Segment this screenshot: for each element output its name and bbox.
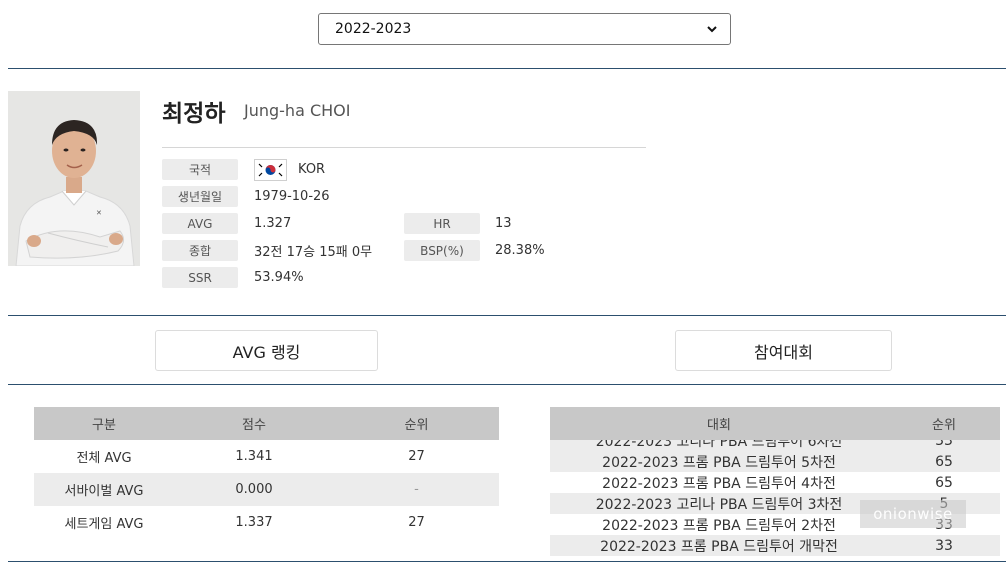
- cell-score: 1.337: [235, 515, 273, 530]
- list-item[interactable]: 2022-2023 프롬 PBA 드림투어 개막전 33: [550, 535, 1000, 556]
- table-header-row: 대회 순위: [550, 407, 1000, 440]
- cell-score: 0.000: [174, 473, 334, 506]
- avg-ranking-table: 구분 점수 순위 전체 AVG 1.341 27 서바이벌 AVG 0.000 …: [34, 407, 499, 539]
- divider-top: [8, 68, 1006, 69]
- list-item[interactable]: 2022-2023 프롬 PBA 드림투어 4차전 65: [550, 472, 1000, 493]
- nationality-value: KOR: [298, 162, 326, 177]
- divider-bottom: [8, 561, 1006, 562]
- hr-value: 13: [495, 216, 512, 231]
- tournament-name: 2022-2023 프롬 PBA 드림투어 2차전: [602, 517, 836, 534]
- nationality-label: 국적: [162, 159, 238, 180]
- korea-flag-icon: [254, 159, 287, 181]
- player-profile-page: 2022-2023 ✕ 최정하 Jung-ha CHOI 국적 KOR 생년월일…: [0, 0, 1006, 569]
- tournament-rank: 65: [935, 453, 953, 470]
- cell-category: 세트게임 AVG: [64, 517, 144, 532]
- column-header-rank: 순위: [334, 407, 499, 440]
- player-name-korean: 최정하: [162, 101, 226, 127]
- svg-text:✕: ✕: [96, 209, 102, 217]
- cell-category: 전체 AVG: [76, 451, 132, 466]
- player-photo: ✕: [8, 91, 140, 266]
- divider-tabs: [8, 384, 1006, 385]
- column-header-category: 구분: [34, 407, 174, 440]
- chevron-down-icon: [706, 23, 718, 35]
- name-divider: [162, 147, 646, 148]
- bsp-label: BSP(%): [404, 240, 480, 261]
- tournament-name: 2022-2023 프롬 PBA 드림투어 개막전: [600, 538, 838, 555]
- ssr-value: 53.94%: [254, 270, 304, 285]
- list-item[interactable]: 2022-2023 프롬 PBA 드림투어 5차전 65: [550, 451, 1000, 472]
- column-header-tournament: 대회: [707, 418, 731, 433]
- divider-middle: [8, 315, 1006, 316]
- season-select[interactable]: 2022-2023: [318, 13, 731, 45]
- watermark-logo: onionwise: [860, 500, 966, 528]
- avg-label: AVG: [162, 213, 238, 234]
- column-header-score: 점수: [174, 407, 334, 440]
- tournament-name: 2022-2023 고리나 PBA 드림투어 3차전: [595, 496, 843, 513]
- tournament-rank: 65: [935, 474, 953, 491]
- table-row: 세트게임 AVG 1.337 27: [34, 506, 499, 539]
- player-name-english: Jung-ha CHOI: [244, 101, 351, 120]
- cell-category: 서바이벌 AVG: [34, 473, 174, 506]
- tab-avg-ranking[interactable]: AVG 랭킹: [155, 330, 378, 371]
- tab-tournaments[interactable]: 참여대회: [675, 330, 892, 371]
- hr-label: HR: [404, 213, 480, 234]
- column-header-rank: 순위: [932, 418, 956, 433]
- total-record-value: 32전 17승 15패 0무: [254, 245, 373, 260]
- tournament-list: 2022-2023 고리나 PBA 드림투어 6차전 33 2022-2023 …: [550, 430, 1000, 556]
- cell-rank: 27: [408, 515, 425, 530]
- cell-score: 1.341: [235, 449, 273, 464]
- tournament-name: 2022-2023 프롬 PBA 드림투어 4차전: [602, 475, 836, 492]
- birth-date-value: 1979-10-26: [254, 189, 330, 204]
- birth-date-label: 생년월일: [162, 186, 238, 207]
- table-row: 전체 AVG 1.341 27: [34, 440, 499, 473]
- tournament-rank: 33: [935, 537, 953, 554]
- cell-rank: -: [334, 473, 499, 506]
- tournament-table-scroll[interactable]: 대회 순위 2022-2023 고리나 PBA 드림투어 6차전 33 2022…: [550, 407, 1000, 557]
- tournament-name: 2022-2023 프롬 PBA 드림투어 5차전: [602, 454, 836, 471]
- ssr-label: SSR: [162, 267, 238, 288]
- table-header-row: 구분 점수 순위: [34, 407, 499, 440]
- avg-value: 1.327: [254, 216, 292, 231]
- season-select-value: 2022-2023: [335, 21, 412, 37]
- cell-rank: 27: [408, 449, 425, 464]
- table-row: 서바이벌 AVG 0.000 -: [34, 473, 499, 506]
- total-record-label: 종합: [162, 240, 238, 261]
- bsp-value: 28.38%: [495, 243, 545, 258]
